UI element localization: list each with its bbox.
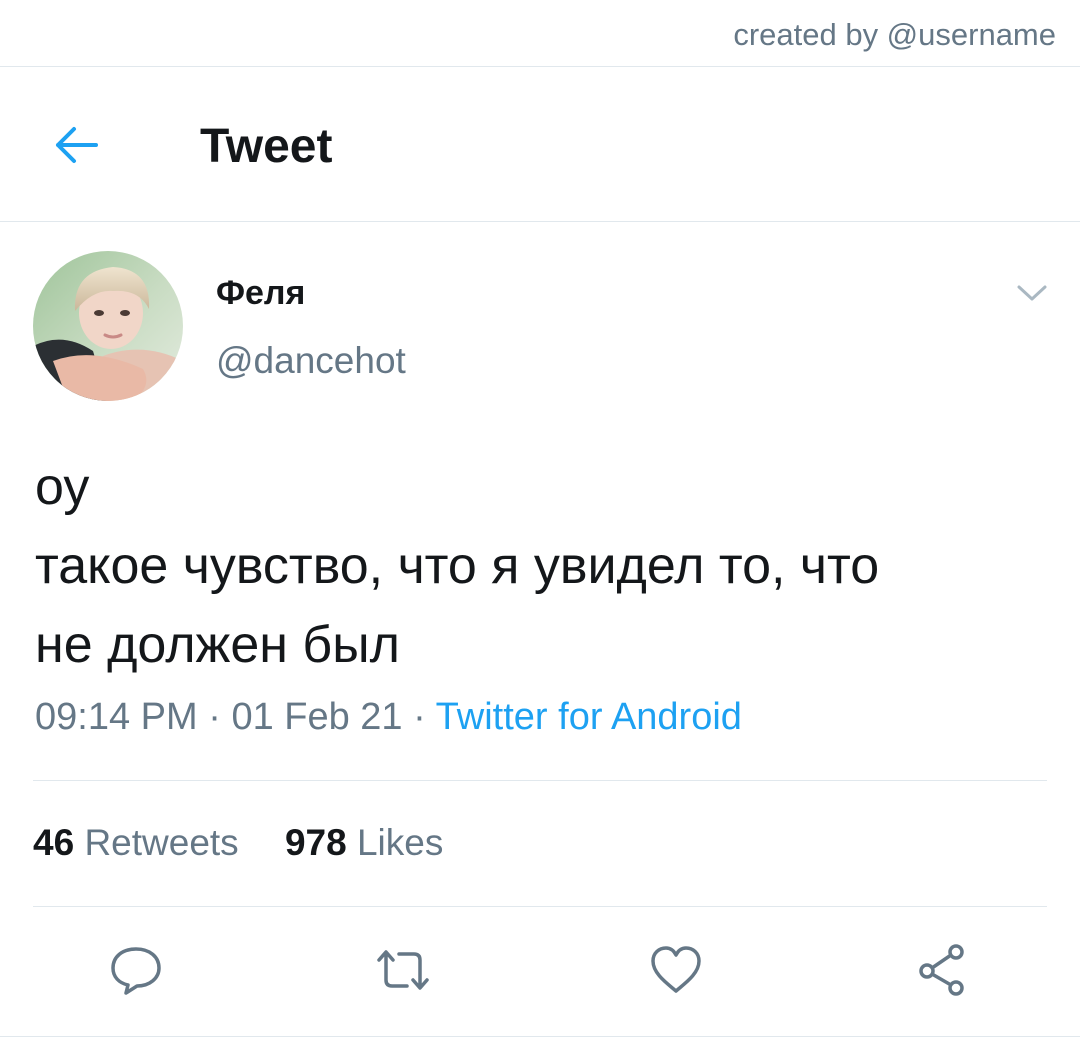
- like-button[interactable]: [646, 942, 706, 998]
- credit-text: created by @username: [733, 17, 1056, 52]
- reply-button[interactable]: [106, 942, 166, 998]
- tweet-source-link[interactable]: Twitter for Android: [436, 696, 742, 738]
- meta-separator: ·: [413, 696, 426, 738]
- likes-stat[interactable]: 978 Likes: [285, 822, 443, 864]
- author-display-name[interactable]: Феля: [216, 274, 305, 313]
- retweet-icon: [377, 950, 429, 990]
- retweets-count: 46: [33, 822, 75, 863]
- divider: [33, 906, 1047, 907]
- avatar[interactable]: [33, 251, 183, 401]
- retweets-label: Retweets: [84, 822, 239, 863]
- chevron-down-icon: [1017, 285, 1047, 301]
- divider: [33, 780, 1047, 781]
- tweet-text-line: оу: [35, 458, 90, 516]
- avatar-image: [33, 251, 183, 401]
- share-icon: [919, 944, 964, 996]
- likes-label: Likes: [356, 822, 444, 863]
- tweet-text-line: такое чувство, что я увидел то, что: [35, 537, 880, 595]
- tweet-text: оу такое чувство, что я увидел то, что н…: [35, 448, 1055, 685]
- arrow-left-icon: [56, 127, 98, 163]
- likes-count: 978: [284, 822, 347, 863]
- page-title: Tweet: [200, 120, 333, 173]
- tweet-meta: 09:14 PM · 01 Feb 21 · Twitter for Andro…: [35, 696, 742, 739]
- author-handle[interactable]: @dancehot: [216, 340, 406, 382]
- share-button[interactable]: [913, 942, 973, 998]
- like-icon: [651, 946, 701, 993]
- tweet-date: 01 Feb 21: [231, 696, 403, 738]
- header: Tweet: [0, 67, 1080, 222]
- reply-icon: [111, 947, 161, 995]
- meta-separator: ·: [208, 696, 221, 738]
- retweet-button[interactable]: [373, 942, 433, 998]
- tweet-text-line: не должен был: [35, 616, 400, 674]
- tweet-stats: 46 Retweets 978 Likes: [33, 822, 443, 864]
- tweet-menu-button[interactable]: [1012, 278, 1052, 308]
- credit-bar: created by @username: [0, 0, 1080, 67]
- tweet-time: 09:14 PM: [35, 696, 198, 738]
- divider: [0, 1036, 1080, 1037]
- back-button[interactable]: [48, 121, 104, 169]
- retweets-stat[interactable]: 46 Retweets: [33, 822, 239, 864]
